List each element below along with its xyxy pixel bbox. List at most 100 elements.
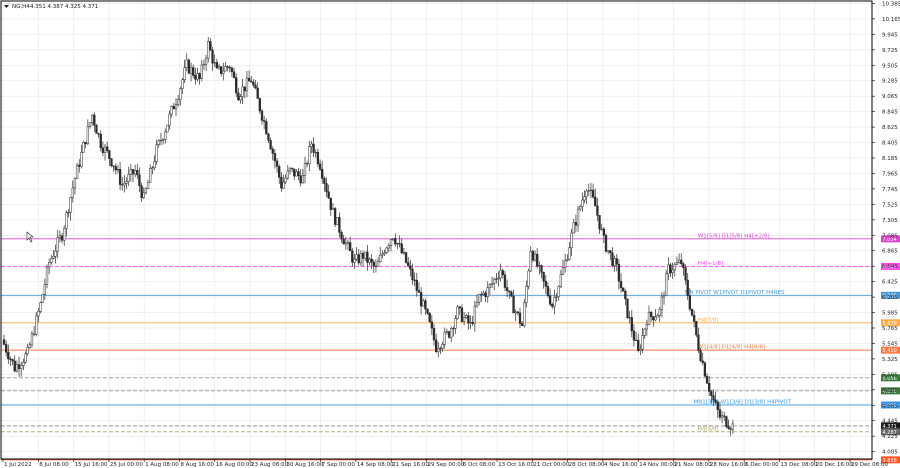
candle-body (17, 364, 21, 369)
candle-body (112, 165, 115, 167)
candle-body (503, 274, 507, 288)
candle-body (297, 171, 300, 176)
candle-body (652, 316, 655, 321)
candle-body (32, 333, 36, 335)
candle-body (45, 266, 49, 285)
candle-body (303, 163, 307, 176)
y-tick-label: 6.205 (882, 295, 898, 301)
candle-body (574, 222, 578, 226)
y-tick-label: 4.225 (882, 434, 898, 440)
candle-body (675, 262, 679, 265)
candle-body (415, 279, 418, 291)
candle-body (215, 62, 218, 69)
candle-body (237, 92, 240, 101)
candle-body (30, 333, 34, 346)
candle-body (366, 251, 369, 263)
x-tick-label: 20 Dec 16:00 (816, 462, 853, 468)
candle-body (50, 258, 53, 263)
candle-body (561, 267, 565, 275)
y-tick-label: 5.105 (882, 372, 898, 378)
candle-body (441, 344, 444, 349)
candle-body (39, 302, 42, 312)
candle-body (650, 311, 653, 317)
candle-body (250, 80, 253, 83)
candle-body (241, 86, 244, 97)
candle-body (525, 286, 528, 304)
candle-body (518, 312, 522, 324)
candle-body (192, 67, 195, 76)
candle-body (553, 297, 556, 307)
candle-body (224, 66, 227, 72)
candle-body (624, 291, 627, 300)
candle-body (432, 327, 436, 341)
candle-body (385, 247, 388, 253)
candle-body (634, 339, 638, 341)
y-tick-label: 10.385 (882, 1, 900, 7)
candle-body (632, 330, 636, 341)
candle-body (43, 284, 47, 295)
candle-body (598, 215, 601, 230)
candle-body (484, 292, 487, 297)
candle-body (654, 316, 657, 321)
candle-body (125, 181, 128, 184)
level-label: H4[7/8] (698, 317, 719, 323)
candle-body (220, 66, 223, 74)
candle-body (628, 317, 631, 319)
candle-body (306, 163, 309, 165)
candle-body (211, 49, 214, 64)
candle-body (308, 146, 311, 165)
candle-body (226, 66, 229, 68)
chart-window[interactable]: W1[5/8] D1[5/8] H4[+2/8] H4[+1/8] MN PIVOT… (0, 0, 900, 468)
candle-body (533, 253, 537, 261)
candle-body (396, 243, 399, 245)
candle-body (589, 189, 593, 191)
candle-body (269, 140, 272, 150)
candle-body (699, 350, 702, 362)
candle-body (499, 270, 502, 279)
candle-body (37, 311, 40, 317)
candle-body (493, 278, 496, 284)
candle-body (495, 278, 498, 280)
candle-body (71, 187, 74, 198)
candle-body (392, 238, 395, 241)
candle-body (170, 105, 173, 115)
y-tick-label: 7.525 (882, 202, 898, 208)
candle-body (153, 161, 156, 168)
candle-body (22, 361, 25, 366)
candle-body (697, 334, 700, 351)
candle-body (501, 270, 504, 276)
candle-body (546, 286, 550, 297)
candle-body (168, 113, 171, 126)
y-tick-label: 7.965 (882, 171, 898, 177)
candle-body (213, 62, 216, 64)
candle-body (196, 73, 199, 80)
candle-body (99, 134, 102, 149)
candle-body (712, 395, 715, 401)
candle-body (20, 365, 23, 369)
candle-body (604, 235, 608, 252)
candle-body (409, 265, 412, 270)
candle-body (35, 315, 38, 335)
level-label: W1[5/8] D1[5/8] H4[+2/8] (698, 233, 770, 239)
candle-body (557, 286, 560, 297)
candle-body (564, 260, 567, 268)
y-tick-label: 5.545 (882, 341, 898, 347)
candle-body (372, 261, 375, 267)
candle-body (144, 188, 148, 194)
candle-body (273, 153, 277, 162)
candle-body (660, 296, 664, 310)
y-tick-label: 9.725 (882, 48, 898, 54)
candle-body (680, 259, 683, 265)
candle-body (82, 141, 85, 153)
candle-body (65, 212, 68, 229)
candle-body (613, 258, 616, 266)
candle-body (86, 126, 89, 145)
candle-body (194, 75, 197, 80)
candle-body (149, 168, 152, 183)
x-tick-label: 6 Dec 00:00 (745, 462, 779, 468)
candle-body (258, 98, 262, 112)
price-chart[interactable]: W1[5/8] D1[5/8] H4[+2/8] H4[+1/8] MN PIVOT… (0, 0, 900, 468)
x-tick-label: 13 Oct 16:00 (498, 462, 534, 468)
candle-body (263, 120, 266, 122)
candle-body (516, 311, 520, 314)
